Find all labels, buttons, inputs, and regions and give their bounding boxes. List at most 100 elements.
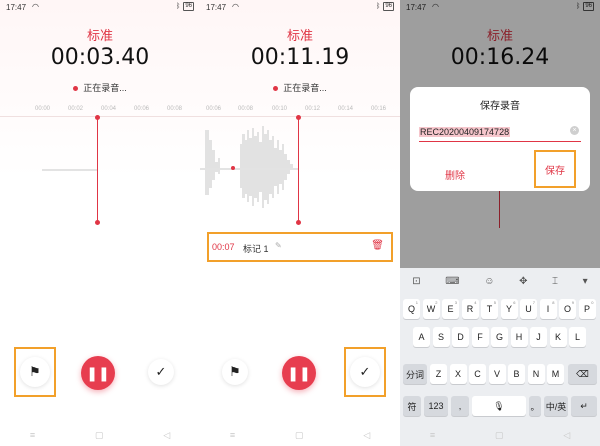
trash-icon[interactable]: 🗑 — [371, 240, 384, 251]
tick-label: 00:12 — [305, 106, 321, 112]
key-s[interactable]: S — [432, 327, 450, 347]
mark-button[interactable]: ⚑ — [20, 357, 50, 387]
key-label: 🎙 — [493, 400, 505, 411]
delete-button[interactable]: 删除 — [445, 167, 465, 182]
lang-switch-key[interactable]: 中/英 — [544, 396, 568, 416]
finish-button[interactable]: ✓ — [350, 357, 380, 387]
key-x[interactable]: X — [449, 364, 467, 384]
key-f[interactable]: F — [471, 327, 489, 347]
enter-key[interactable]: ↵ — [571, 396, 597, 416]
key-u[interactable]: U7 — [520, 299, 537, 319]
collapse-keyboard-icon[interactable]: ▾ — [583, 276, 588, 287]
key-hint: 2 — [435, 300, 438, 305]
key-label: L — [574, 332, 580, 342]
key-c[interactable]: C — [469, 364, 486, 384]
finish-button[interactable]: ✓ — [148, 359, 174, 385]
key-t[interactable]: T5 — [481, 299, 498, 319]
segment-key[interactable]: 分词 — [403, 364, 427, 384]
key-e[interactable]: E3 — [442, 299, 459, 319]
back-icon[interactable]: ◁ — [563, 430, 570, 441]
key-w[interactable]: W2 — [422, 299, 440, 319]
mode-title[interactable]: 标准 — [200, 25, 400, 44]
key-label: Y — [505, 304, 512, 314]
key-label: I — [546, 304, 550, 314]
key-q[interactable]: Q1 — [403, 299, 420, 319]
clipboard-icon[interactable]: ⊡ — [412, 276, 420, 287]
key-l[interactable]: L — [569, 327, 586, 347]
tick-label: 00:02 — [68, 106, 84, 112]
save-button[interactable]: 保存 — [534, 150, 576, 188]
edit-icon[interactable]: ✎ — [275, 241, 282, 250]
home-icon[interactable]: ▢ — [495, 430, 504, 441]
backspace-key[interactable]: ⌫ — [568, 364, 597, 384]
key-d[interactable]: D — [452, 327, 469, 347]
key-i[interactable]: I8 — [539, 299, 557, 319]
tick-label: 00:14 — [338, 106, 354, 112]
key-hint: 6 — [513, 300, 516, 305]
back-icon[interactable]: ◁ — [163, 430, 170, 441]
mark-button[interactable]: ⚑ — [222, 359, 248, 385]
key-label: X — [454, 369, 461, 379]
key-g[interactable]: G — [491, 327, 508, 347]
key-y[interactable]: Y6 — [500, 299, 518, 319]
tick-label: 00:08 — [167, 106, 183, 112]
key-r[interactable]: R4 — [461, 299, 479, 319]
back-icon[interactable]: ◁ — [363, 430, 370, 441]
symbol-key[interactable]: 符 — [403, 396, 421, 416]
battery-icon: 96 — [183, 2, 194, 11]
key-m[interactable]: M — [547, 364, 564, 384]
number-key[interactable]: 123 — [424, 396, 448, 416]
key-b[interactable]: B — [508, 364, 525, 384]
key-h[interactable]: H — [510, 327, 528, 347]
space-voice-key[interactable]: 🎙 — [472, 396, 526, 416]
menu-icon[interactable]: ≡ — [430, 430, 435, 440]
key-v[interactable]: V — [488, 364, 506, 384]
key-label: Q — [407, 304, 415, 314]
filename-input[interactable]: REC20200409174728 × — [419, 124, 581, 142]
tick-label: 00:04 — [101, 106, 117, 112]
key-o[interactable]: O9 — [559, 299, 576, 319]
cursor-move-icon[interactable]: ✥ — [519, 276, 527, 287]
emoji-icon[interactable]: ☺ — [484, 276, 494, 287]
battery-icon: 96 — [383, 2, 394, 11]
key-label: ↵ — [580, 400, 588, 411]
key-label: K — [554, 332, 561, 342]
key-label: S — [437, 332, 444, 342]
clear-icon[interactable]: × — [570, 126, 579, 135]
key-k[interactable]: K — [549, 327, 567, 347]
status-bar: 17:47 ◠ ᛒ 96 — [0, 0, 200, 14]
recording-dot-icon — [73, 86, 79, 92]
key-label: , — [458, 401, 462, 411]
key-label: 分词 — [405, 369, 424, 380]
pause-button[interactable]: ❚❚ — [81, 356, 115, 390]
playhead[interactable] — [97, 118, 98, 222]
key-label: D — [457, 332, 464, 342]
home-icon[interactable]: ▢ — [95, 430, 104, 441]
key-n[interactable]: N — [527, 364, 545, 384]
key-a[interactable]: A — [413, 327, 430, 347]
comma-key[interactable]: , — [451, 396, 469, 416]
pause-button[interactable]: ❚❚ — [282, 356, 316, 390]
edit-tool-icon[interactable]: ⌶ — [552, 276, 558, 287]
period-key[interactable]: 。 — [529, 396, 541, 416]
home-icon[interactable]: ▢ — [295, 430, 304, 441]
menu-icon[interactable]: ≡ — [30, 430, 35, 440]
mark-list-item[interactable]: 00:07 标记 1 ✎ 🗑 — [207, 232, 393, 262]
key-label: F — [477, 332, 483, 342]
playhead[interactable] — [298, 118, 299, 222]
keyboard-icon[interactable]: ⌨ — [445, 276, 459, 287]
key-label: P — [583, 304, 590, 314]
key-z[interactable]: Z — [430, 364, 447, 384]
save-label: 保存 — [545, 165, 565, 177]
key-label: M — [551, 369, 560, 379]
status-time: 17:47 — [6, 3, 27, 12]
key-j[interactable]: J — [530, 327, 547, 347]
menu-icon[interactable]: ≡ — [230, 430, 235, 440]
wifi-icon: ◠ — [232, 2, 239, 11]
check-icon: ✓ — [155, 364, 167, 379]
check-icon: ✓ — [359, 364, 371, 379]
mode-title[interactable]: 标准 — [0, 25, 200, 44]
mark-name: 标记 1 — [243, 244, 269, 254]
key-hint: 9 — [571, 300, 574, 305]
key-p[interactable]: P0 — [578, 299, 596, 319]
